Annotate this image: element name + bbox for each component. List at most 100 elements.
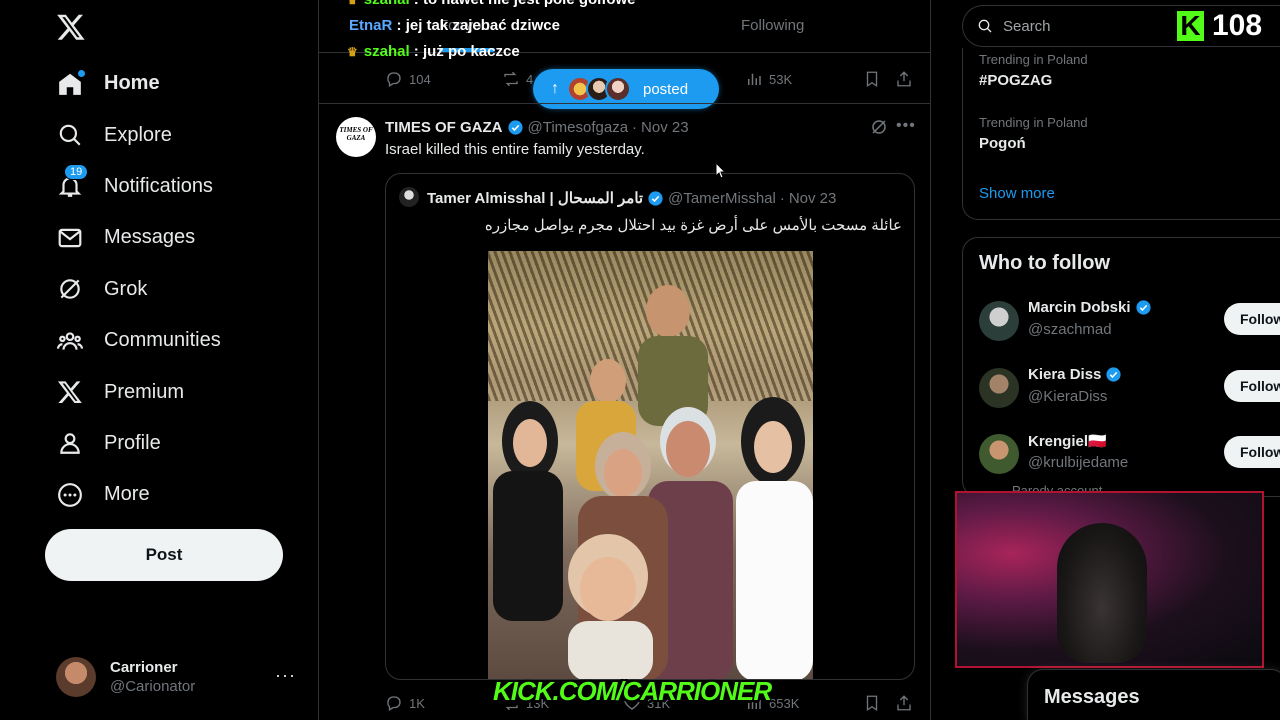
more-dots-icon[interactable]: ··· (275, 665, 296, 686)
nav-grok[interactable]: Grok (56, 264, 221, 315)
trend-category: Trending in Poland (979, 52, 1088, 67)
account-switcher[interactable]: Carrioner @Carionator ··· (56, 655, 300, 699)
quote-meta-dot: · (779, 189, 785, 207)
share-button[interactable] (895, 70, 919, 88)
grok-icon[interactable] (870, 118, 888, 136)
x-logo-icon[interactable] (56, 12, 86, 42)
messages-drawer[interactable]: Messages (1027, 669, 1280, 720)
tab-following[interactable]: Following (741, 17, 804, 34)
suggestion-name-row: Marcin Dobski (1028, 299, 1156, 316)
nav-explore[interactable]: Explore (56, 109, 221, 160)
follow-suggestion[interactable]: Marcin Dobski @szachmad Follow (979, 299, 1280, 343)
avatar[interactable]: TIMES OF GAZA (336, 117, 376, 157)
avatar (399, 187, 419, 207)
post-divider (319, 103, 930, 104)
nav-notifications-label: Notifications (104, 174, 213, 197)
communities-icon (56, 327, 84, 355)
nav-profile-label: Profile (104, 431, 161, 454)
trend-name: #POGZAG (979, 72, 1053, 89)
tweet-author-handle[interactable]: @Timesofgaza (528, 119, 629, 136)
reply-count: 1K (409, 695, 425, 711)
search-icon (978, 19, 992, 33)
verified-badge-icon (1106, 367, 1121, 382)
follow-button[interactable]: Follow (1224, 303, 1280, 335)
show-more-link[interactable]: Show more (979, 185, 1055, 202)
arrow-up-icon: ↑ (551, 80, 559, 97)
photo-people-illustration (493, 285, 813, 679)
quote-author-name: Tamer Almisshal | تامر المسحال (427, 190, 644, 207)
kick-viewer-count: 108 (1212, 9, 1263, 42)
kick-channel-banner: KICK.COM/CARRIONER (493, 676, 772, 706)
nav-grok-label: Grok (104, 277, 148, 300)
follow-button[interactable]: Follow (1224, 370, 1280, 402)
nav-messages-label: Messages (104, 226, 196, 249)
nav-premium[interactable]: Premium (56, 366, 221, 417)
avatar (979, 434, 1019, 474)
trend-item[interactable]: Trending in Poland Pogoń (979, 115, 1088, 152)
views-count: 653K (769, 695, 800, 711)
views-button[interactable]: 53K (745, 70, 792, 88)
nav-more[interactable]: More (56, 469, 221, 520)
quoted-tweet[interactable]: Tamer Almisshal | تامر المسحال @TamerMis… (385, 173, 915, 680)
trends-panel: Trending in Poland #POGZAG Trending in P… (962, 48, 1280, 220)
bell-icon: 19 (56, 164, 89, 200)
repost-button[interactable]: 4 (502, 70, 533, 88)
chat-user: EtnaR (349, 17, 393, 34)
bookmark-button[interactable] (863, 694, 887, 712)
reply-count: 104 (409, 71, 431, 87)
suggestion-name: Krengiel🇵🇱 (1028, 433, 1107, 450)
more-dots-icon[interactable]: ••• (896, 117, 916, 135)
trend-name: Pogoń (979, 135, 1026, 152)
reply-button[interactable]: 1K (385, 694, 425, 712)
chat-badge-icon: ♛ (347, 45, 358, 59)
nav-communities[interactable]: Communities (56, 315, 221, 366)
nav-notifications[interactable]: 19 Notifications (56, 161, 221, 212)
suggestion-handle: @krulbijedame (1028, 454, 1129, 471)
nav-messages[interactable]: Messages (56, 212, 221, 263)
post-button[interactable]: Post (45, 529, 283, 581)
avatar (979, 301, 1019, 341)
nav-communities-label: Communities (104, 329, 221, 352)
chat-user: szahal (364, 0, 410, 8)
search-input[interactable] (1003, 17, 1163, 35)
nav-explore-label: Explore (104, 123, 172, 146)
left-sidebar: Home Explore 19 Notifications Messages G… (0, 0, 318, 720)
person-icon (56, 429, 84, 457)
bookmark-button[interactable] (863, 70, 887, 88)
x-premium-icon (56, 378, 84, 406)
follow-suggestion[interactable]: Kiera Diss @KieraDiss Follow (979, 366, 1280, 410)
chat-line: ♛ szahal : to nawet nie jest pole golfowe (347, 0, 636, 13)
verified-badge-icon (507, 120, 523, 135)
account-text: Carrioner @Carionator (110, 659, 195, 695)
avatar (605, 76, 631, 102)
share-button[interactable] (895, 694, 919, 712)
account-handle: @Carionator (110, 678, 196, 695)
family-photo[interactable] (488, 251, 813, 679)
bookmark-icon (866, 695, 878, 712)
chat-line: ♛ szahal : już po kaczce (347, 39, 636, 65)
suggestion-name: Kiera Diss (1028, 366, 1102, 383)
more-circle-icon (56, 481, 84, 509)
suggestion-handle: @KieraDiss (1028, 388, 1108, 405)
follow-suggestion[interactable]: Krengiel🇵🇱 @krulbijedame Follow (979, 432, 1280, 476)
kick-viewer-counter: K 108 (1177, 9, 1262, 43)
nav-profile[interactable]: Profile (56, 418, 221, 469)
stream-chat-overlay: ♛ szahal : to nawet nie jest pole golfowe… (347, 0, 636, 65)
notifications-badge: 19 (64, 164, 89, 181)
grok-icon (56, 275, 84, 303)
chat-line: EtnaR : jej tak zajebać dziwce (349, 13, 636, 39)
who-to-follow-title: Who to follow (979, 252, 1111, 274)
reply-button[interactable]: 104 (385, 70, 431, 88)
follow-button[interactable]: Follow (1224, 436, 1280, 468)
verified-badge-icon (648, 190, 663, 206)
nav-home[interactable]: Home (56, 58, 221, 109)
tweet-author-name[interactable]: TIMES OF GAZA (385, 119, 503, 136)
trend-item[interactable]: Trending in Poland #POGZAG (979, 52, 1088, 89)
chat-message: to nawet nie jest pole golfowe (423, 0, 636, 8)
streamer-webcam-overlay (955, 491, 1264, 668)
reply-icon (387, 696, 401, 711)
mouse-cursor-icon (715, 162, 726, 179)
tweet-date[interactable]: Nov 23 (641, 119, 689, 136)
main-feed: For you Following ♛szahal : to nawet nie… (318, 0, 931, 720)
webcam-person (1057, 523, 1147, 663)
